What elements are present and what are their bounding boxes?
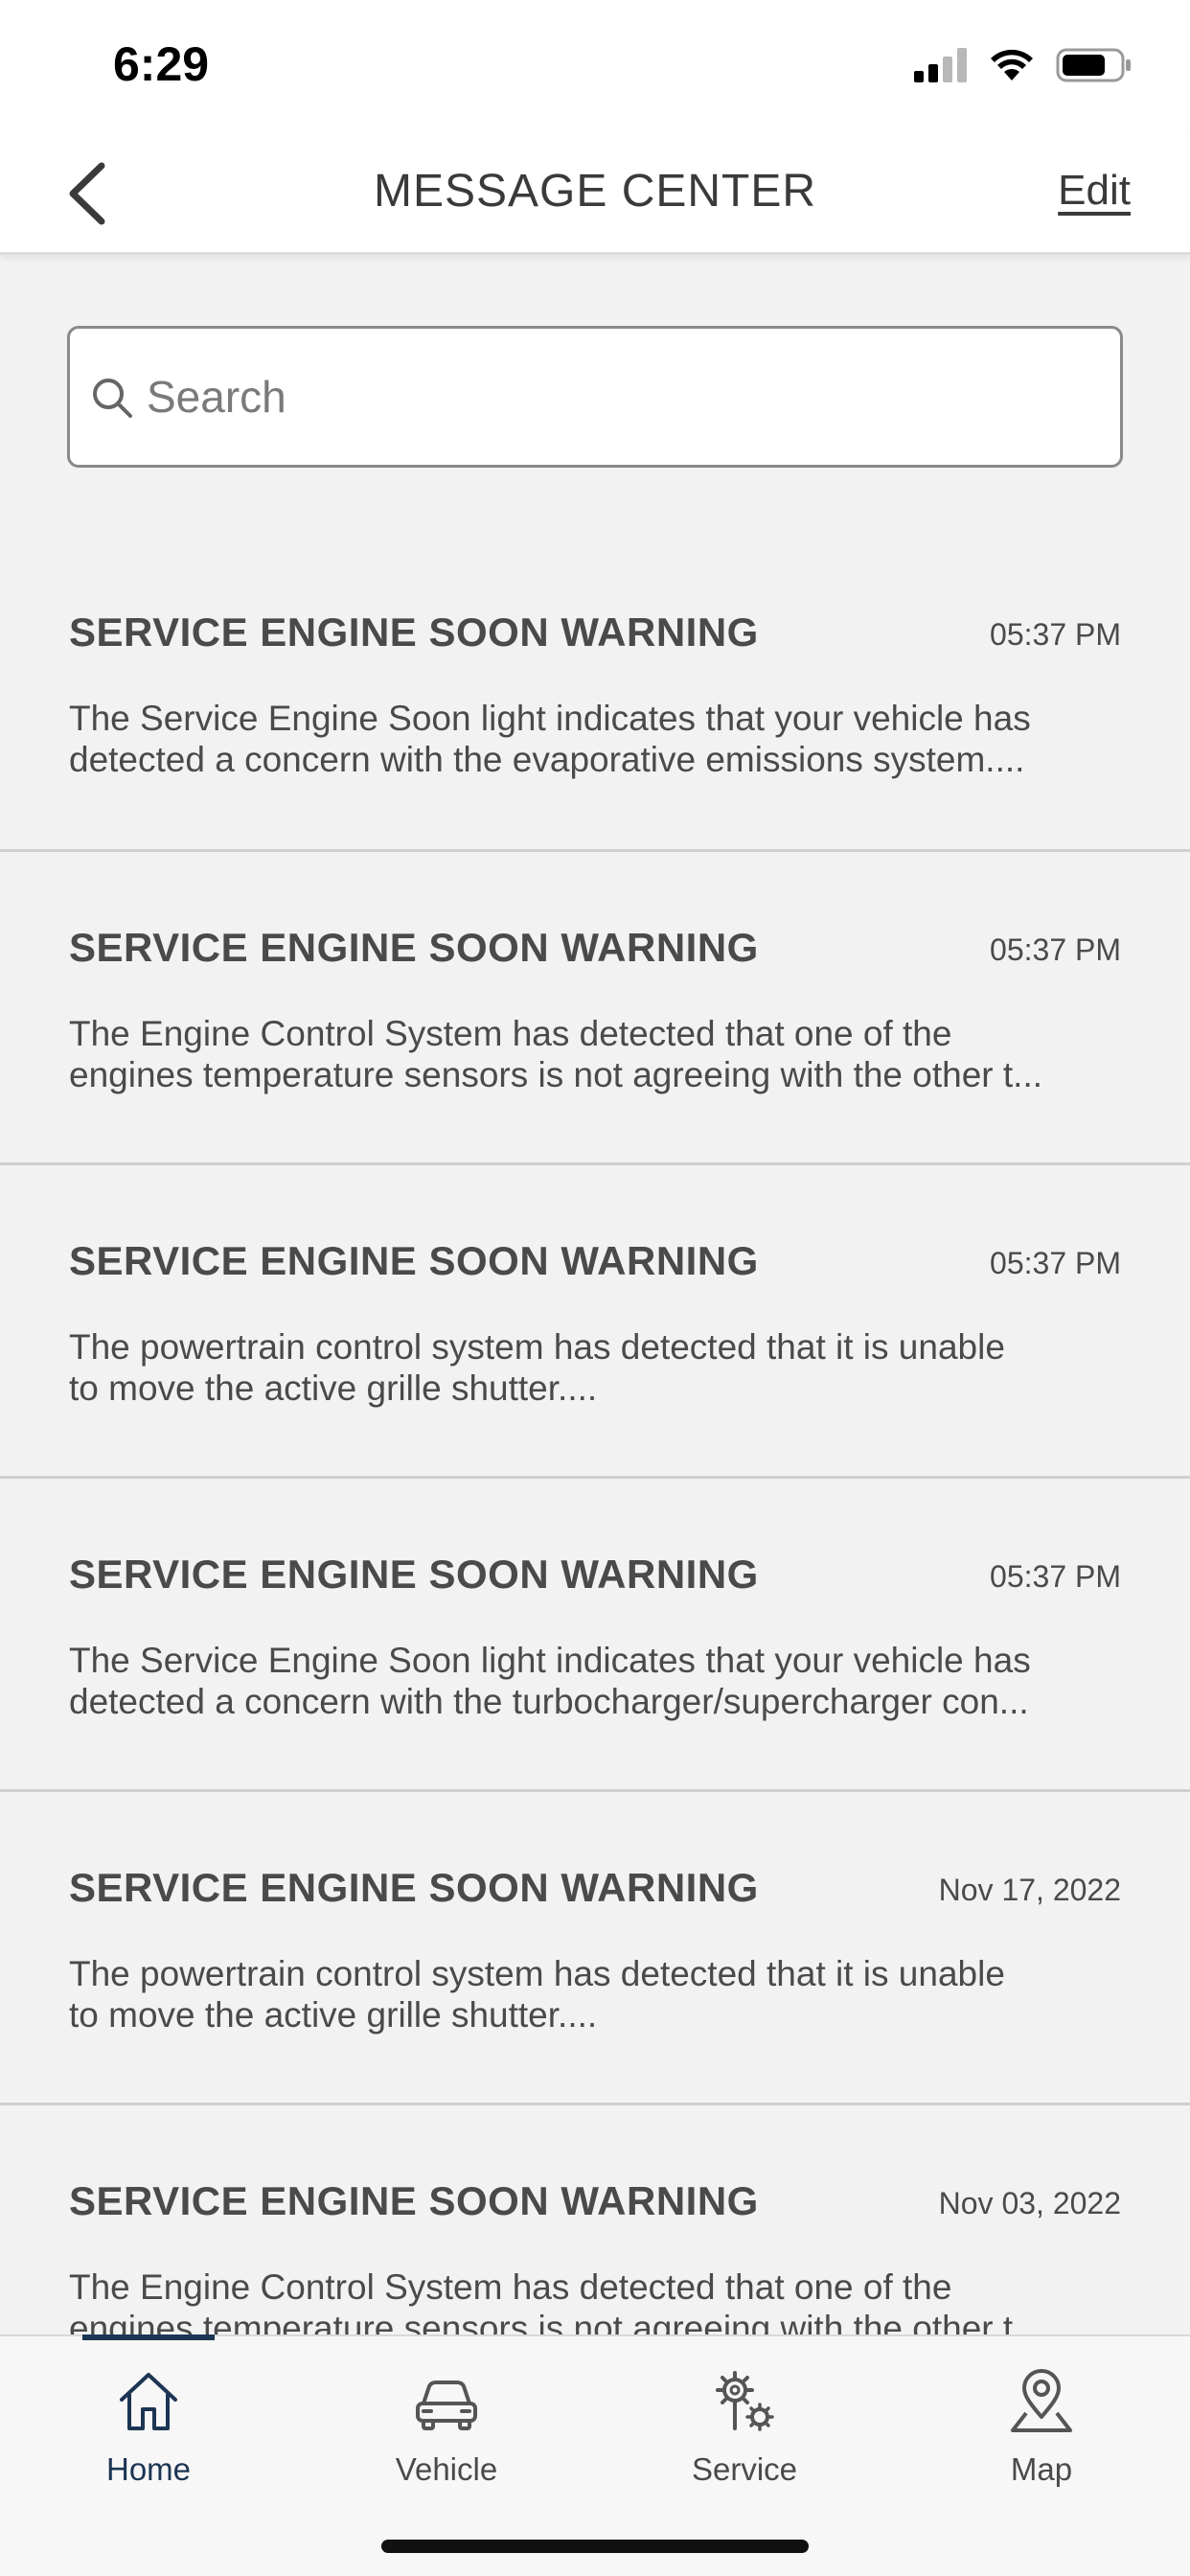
message-title: SERVICE ENGINE SOON WARNING [69, 610, 759, 655]
message-preview-line: engines temperature sensors is not agree… [69, 2309, 1043, 2336]
message-time: Nov 03, 2022 [938, 2186, 1121, 2220]
message-preview-line: to move the active grille shutter.... [69, 1368, 598, 1408]
home-icon [120, 2373, 177, 2430]
edit-button[interactable]: Edit [1058, 167, 1131, 215]
message-time: 05:37 PM [990, 1246, 1121, 1280]
message-title: SERVICE ENGINE SOON WARNING [69, 1865, 759, 1910]
message-time: Nov 17, 2022 [938, 1873, 1121, 1907]
message-preview-line: detected a concern with the turbocharger… [69, 1682, 1029, 1721]
message-item[interactable]: SERVICE ENGINE SOON WARNING 05:37 PM The… [0, 1479, 1190, 1792]
status-time: 6:29 [113, 37, 210, 91]
message-item[interactable]: SERVICE ENGINE SOON WARNING 05:37 PM The… [0, 537, 1190, 852]
message-title: SERVICE ENGINE SOON WARNING [69, 1238, 759, 1283]
message-preview: The Engine Control System has detected t… [69, 1013, 1123, 1095]
map-pin-icon [1011, 2369, 1072, 2432]
message-preview-line: The Engine Control System has detected t… [69, 1014, 952, 1053]
message-preview-line: engines temperature sensors is not agree… [69, 1055, 1043, 1094]
tab-map[interactable]: Map [893, 2356, 1190, 2490]
cellular-signal-icon [914, 48, 967, 82]
message-list[interactable]: SERVICE ENGINE SOON WARNING 05:37 PM The… [0, 537, 1190, 2336]
tab-label: Vehicle [395, 2451, 498, 2487]
tab-home[interactable]: Home [0, 2356, 297, 2490]
car-icon [416, 2380, 477, 2430]
tab-label: Map [1010, 2451, 1073, 2487]
message-preview-line: The powertrain control system has detect… [69, 1327, 1005, 1367]
navigation-bar: MESSAGE CENTER Edit [0, 134, 1190, 255]
message-item[interactable]: SERVICE ENGINE SOON WARNING Nov 03, 2022… [0, 2105, 1190, 2336]
message-preview-line: The powertrain control system has detect… [69, 1954, 1005, 1993]
tab-label: Home [105, 2451, 192, 2487]
message-item[interactable]: SERVICE ENGINE SOON WARNING 05:37 PM The… [0, 852, 1190, 1165]
status-icons [914, 44, 1133, 86]
message-preview-line: The Engine Control System has detected t… [69, 2267, 952, 2307]
message-preview: The Service Engine Soon light indicates … [69, 1640, 1123, 1722]
message-title: SERVICE ENGINE SOON WARNING [69, 925, 759, 970]
message-item[interactable]: SERVICE ENGINE SOON WARNING 05:37 PM The… [0, 1165, 1190, 1479]
message-title: SERVICE ENGINE SOON WARNING [69, 1552, 759, 1597]
search-box[interactable] [67, 326, 1123, 468]
service-gears-icon [716, 2371, 774, 2431]
message-item[interactable]: SERVICE ENGINE SOON WARNING Nov 17, 2022… [0, 1792, 1190, 2105]
active-tab-indicator [82, 2334, 215, 2340]
message-time: 05:37 PM [990, 617, 1121, 652]
message-time: 05:37 PM [990, 1559, 1121, 1594]
battery-icon [1056, 48, 1131, 82]
message-preview-line: detected a concern with the evaporative … [69, 740, 1025, 779]
tab-vehicle[interactable]: Vehicle [298, 2356, 595, 2490]
search-icon [93, 379, 132, 418]
message-preview: The Service Engine Soon light indicates … [69, 698, 1123, 780]
message-preview: The Engine Control System has detected t… [69, 2266, 1123, 2336]
page-title: MESSAGE CENTER [373, 166, 817, 217]
message-preview-line: The Service Engine Soon light indicates … [69, 699, 1031, 738]
wifi-icon [991, 49, 1033, 80]
tab-label: Service [691, 2451, 798, 2487]
message-title: SERVICE ENGINE SOON WARNING [69, 2178, 759, 2223]
message-preview-line: to move the active grille shutter.... [69, 1995, 598, 2035]
message-time: 05:37 PM [990, 932, 1121, 967]
message-preview: The powertrain control system has detect… [69, 1326, 1123, 1409]
message-preview-line: The Service Engine Soon light indicates … [69, 1641, 1031, 1680]
search-input[interactable] [147, 331, 1095, 463]
home-indicator [381, 2540, 809, 2553]
tab-service[interactable]: Service [596, 2356, 893, 2490]
message-preview: The powertrain control system has detect… [69, 1953, 1123, 2036]
status-bar: 6:29 [0, 0, 1190, 134]
